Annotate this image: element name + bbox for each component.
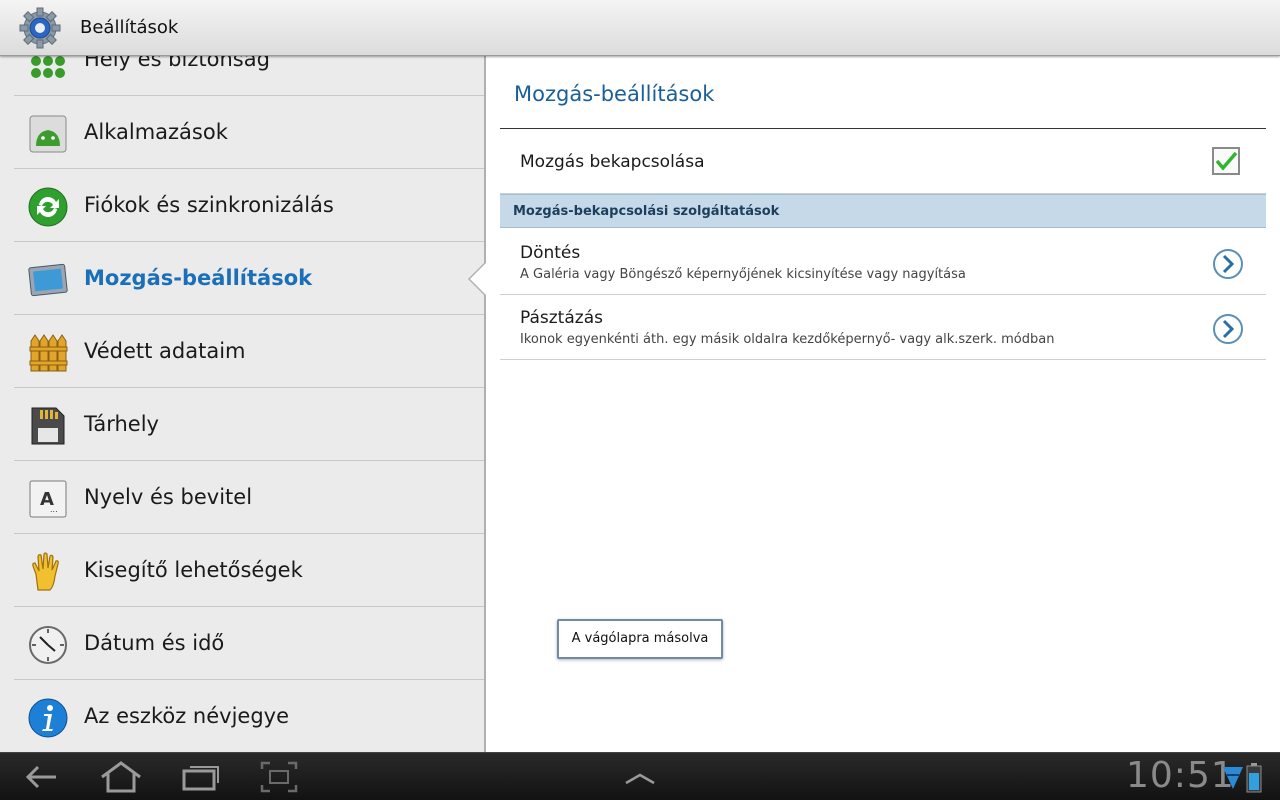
- motion-toggle-label: Mozgás bekapcsolása: [520, 152, 705, 172]
- pref-summary: Ikonok egyenkénti áth. egy másik oldalra…: [520, 332, 1055, 347]
- screenshot-icon[interactable]: [258, 759, 300, 795]
- fence-icon: [29, 334, 68, 372]
- sidebar-item-location-security[interactable]: Hely és biztonság: [14, 56, 484, 96]
- page-title: Mozgás-beállítások: [514, 82, 715, 106]
- sidebar-item-storage[interactable]: Tárhely: [14, 388, 484, 461]
- sidebar-item-motion-settings[interactable]: Mozgás-beállítások: [14, 242, 484, 315]
- motion-icon: [28, 263, 68, 297]
- pref-row-panning[interactable]: Pásztázás Ikonok egyenkénti áth. egy más…: [500, 295, 1266, 360]
- settings-category-list: Hely és biztonság Alkalmazások Fiókok és…: [0, 56, 486, 752]
- sidebar-item-label: Fiókok és szinkronizálás: [84, 193, 334, 217]
- language-input-icon: A ...: [29, 480, 67, 518]
- svg-text:...: ...: [50, 505, 58, 514]
- sidebar-item-label: Tárhely: [84, 412, 159, 436]
- sidebar-item-protected-data[interactable]: Védett adataim: [14, 315, 484, 388]
- motion-toggle-checkbox[interactable]: [1212, 147, 1240, 175]
- hand-icon: [32, 552, 59, 591]
- checkmark-icon: [1215, 151, 1238, 171]
- motion-toggle-row[interactable]: Mozgás bekapcsolása: [500, 129, 1266, 194]
- category-header: Mozgás-bekapcsolási szolgáltatások: [500, 194, 1266, 228]
- sidebar-item-label: Alkalmazások: [84, 120, 228, 144]
- clock: 10:51: [1126, 755, 1235, 796]
- sidebar-item-accessibility[interactable]: Kisegítő lehetőségek: [14, 534, 484, 607]
- menu-up-icon[interactable]: [620, 759, 660, 795]
- pref-summary: A Galéria vagy Böngésző képernyőjének ki…: [520, 267, 966, 282]
- settings-detail-pane: Mozgás-beállítások Mozgás bekapcsolása M…: [488, 56, 1280, 752]
- sidebar-item-label: Kisegítő lehetőségek: [84, 558, 303, 582]
- chevron-right-icon[interactable]: [1212, 313, 1244, 345]
- settings-gear-icon[interactable]: [18, 6, 62, 50]
- pref-title: Pásztázás: [520, 308, 603, 328]
- storage-icon: [31, 407, 65, 445]
- wifi-icon: [1223, 767, 1243, 789]
- category-header-label: Mozgás-bekapcsolási szolgáltatások: [513, 204, 780, 219]
- sidebar-item-label: Hely és biztonság: [84, 56, 270, 71]
- pref-row-tilt[interactable]: Döntés A Galéria vagy Böngésző képernyőj…: [500, 230, 1266, 295]
- sidebar-item-label: Dátum és idő: [84, 631, 225, 655]
- location-security-icon: [31, 56, 65, 78]
- action-bar: Beállítások: [0, 0, 1280, 56]
- pref-title: Döntés: [520, 243, 581, 263]
- system-bar: 10:51: [0, 752, 1280, 800]
- sidebar-item-label: Az eszköz névjegye: [84, 704, 289, 728]
- recent-apps-icon[interactable]: [180, 759, 222, 795]
- sidebar-item-accounts-sync[interactable]: Fiókok és szinkronizálás: [14, 169, 484, 242]
- clock-icon: [29, 626, 67, 664]
- chevron-right-icon[interactable]: [1212, 248, 1244, 280]
- sidebar-item-applications[interactable]: Alkalmazások: [14, 96, 484, 169]
- selection-pointer: [470, 262, 487, 296]
- battery-icon: [1246, 763, 1262, 793]
- sidebar-item-label: Nyelv és bevitel: [84, 485, 253, 509]
- info-icon: [28, 698, 68, 738]
- sidebar-item-about-device[interactable]: Az eszköz névjegye: [14, 680, 484, 752]
- toast-message: A vágólapra másolva: [557, 619, 723, 659]
- back-icon[interactable]: [22, 759, 60, 795]
- sidebar-item-date-time[interactable]: Dátum és idő: [14, 607, 484, 680]
- sync-icon: [28, 187, 68, 227]
- home-icon[interactable]: [98, 759, 144, 795]
- app-title: Beállítások: [80, 17, 179, 38]
- sidebar-item-label: Védett adataim: [84, 339, 246, 363]
- applications-icon: [29, 115, 67, 153]
- sidebar-item-label: Mozgás-beállítások: [84, 266, 313, 290]
- sidebar-item-language-input[interactable]: A ... Nyelv és bevitel: [14, 461, 484, 534]
